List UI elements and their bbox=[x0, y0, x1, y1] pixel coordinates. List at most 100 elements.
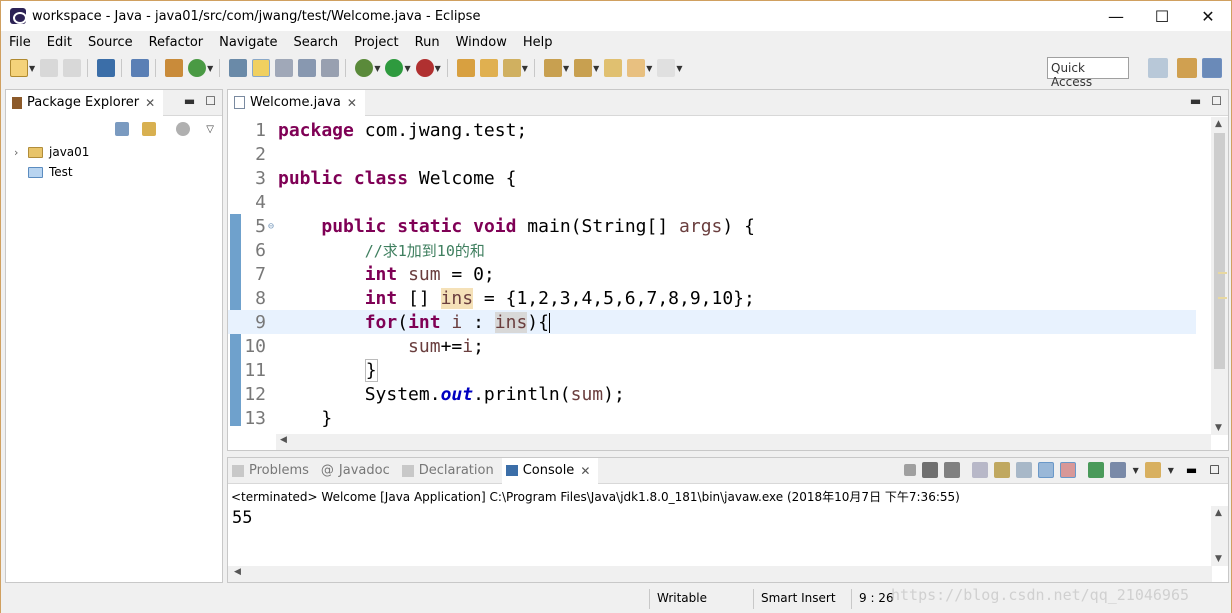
maximize-button[interactable]: ☐ bbox=[1139, 1, 1185, 31]
tree-item-java01[interactable]: › java01 bbox=[6, 142, 222, 162]
console-output[interactable]: 55 bbox=[232, 508, 252, 528]
menu-search[interactable]: Search bbox=[285, 35, 346, 50]
skip-breakpoints-icon[interactable] bbox=[131, 59, 150, 77]
pen-icon[interactable] bbox=[502, 59, 521, 77]
code-line[interactable]: 1 package com.jwang.test; bbox=[228, 118, 1196, 142]
close-button[interactable]: ✕ bbox=[1185, 1, 1231, 31]
minimize-view-icon[interactable]: ▬ bbox=[1190, 94, 1201, 108]
code-line[interactable]: 10 sum+=i; bbox=[228, 334, 1196, 358]
minimize-view-icon[interactable]: ▬ bbox=[1186, 463, 1197, 477]
toggle-comment-icon[interactable] bbox=[321, 59, 340, 77]
scrollbar-thumb[interactable] bbox=[1214, 133, 1225, 369]
quick-access-field[interactable]: Quick Access bbox=[1047, 57, 1129, 89]
display-console-dropdown-icon[interactable]: ▼ bbox=[1133, 466, 1139, 475]
code-line[interactable]: 4 bbox=[228, 190, 1196, 214]
show-console-on-error-icon[interactable] bbox=[1059, 462, 1076, 478]
save-all-icon[interactable] bbox=[63, 59, 82, 77]
menu-help[interactable]: Help bbox=[515, 35, 561, 50]
minimize-button[interactable]: — bbox=[1093, 1, 1139, 31]
forward-dropdown-icon[interactable]: ▼ bbox=[676, 64, 682, 73]
remove-launch-icon[interactable] bbox=[921, 462, 938, 478]
menu-navigate[interactable]: Navigate bbox=[211, 35, 285, 50]
new-class-dropdown-icon[interactable]: ▼ bbox=[207, 64, 213, 73]
previous-annotation-dropdown-icon[interactable]: ▼ bbox=[593, 64, 599, 73]
current-code-line[interactable]: 9 for(int i : ins){ bbox=[228, 310, 1196, 334]
menu-run[interactable]: Run bbox=[407, 35, 448, 50]
pen-dropdown-icon[interactable]: ▼ bbox=[522, 64, 528, 73]
show-console-on-output-icon[interactable] bbox=[1037, 462, 1054, 478]
overview-ruler-mark[interactable] bbox=[1218, 272, 1227, 274]
run-dropdown-icon[interactable]: ▼ bbox=[404, 64, 410, 73]
new-dropdown-icon[interactable]: ▼ bbox=[29, 64, 35, 73]
console-vertical-scrollbar[interactable]: ▲ ▼ bbox=[1211, 506, 1228, 566]
maximize-view-icon[interactable]: ☐ bbox=[205, 94, 216, 108]
close-icon[interactable]: ✕ bbox=[580, 464, 590, 478]
open-project-icon[interactable] bbox=[456, 59, 475, 77]
menu-refactor[interactable]: Refactor bbox=[141, 35, 212, 50]
forward-icon[interactable] bbox=[657, 59, 676, 77]
tree-item-test[interactable]: Test bbox=[6, 162, 222, 182]
scroll-down-icon[interactable]: ▼ bbox=[1215, 554, 1222, 564]
scroll-up-icon[interactable]: ▲ bbox=[1215, 508, 1222, 518]
code-line[interactable]: 8 int [] ins = {1,2,3,4,5,6,7,8,9,10}; bbox=[228, 286, 1196, 310]
close-icon[interactable]: ✕ bbox=[347, 96, 357, 110]
new-icon[interactable] bbox=[10, 59, 28, 77]
menu-file[interactable]: File bbox=[1, 35, 39, 50]
code-line[interactable]: 6 //求1加到10的和 bbox=[228, 238, 1196, 262]
minimize-view-icon[interactable]: ▬ bbox=[184, 94, 195, 108]
tab-problems[interactable]: Problems bbox=[228, 458, 317, 484]
debug-dropdown-icon[interactable]: ▼ bbox=[374, 64, 380, 73]
link-with-editor-icon[interactable] bbox=[142, 122, 157, 136]
tab-package-explorer[interactable]: Package Explorer ✕ bbox=[6, 89, 164, 116]
menu-source[interactable]: Source bbox=[80, 35, 141, 50]
code-line[interactable]: 11 } bbox=[228, 358, 1196, 382]
code-line[interactable]: 3 public class Welcome { bbox=[228, 166, 1196, 190]
tab-console[interactable]: Console ✕ bbox=[501, 457, 599, 484]
terminal-icon[interactable] bbox=[97, 59, 116, 77]
code-line[interactable]: 5 ⊖ public static void main(String[] args… bbox=[228, 214, 1196, 238]
external-tools-dropdown-icon[interactable]: ▼ bbox=[435, 64, 441, 73]
last-edit-location-icon[interactable] bbox=[604, 59, 623, 77]
collapse-all-icon[interactable] bbox=[115, 122, 130, 136]
back-dropdown-icon[interactable]: ▼ bbox=[646, 64, 652, 73]
console-horizontal-scrollbar[interactable]: ◀ bbox=[228, 566, 1212, 582]
java-ee-perspective-icon[interactable] bbox=[1177, 58, 1197, 78]
view-menu-icon[interactable]: ▽ bbox=[206, 124, 214, 135]
new-java-package-icon[interactable] bbox=[165, 59, 184, 77]
display-console-icon[interactable] bbox=[1109, 462, 1126, 478]
code-line[interactable]: 2 bbox=[228, 142, 1196, 166]
tab-welcome-java[interactable]: Welcome.java ✕ bbox=[228, 89, 365, 116]
menu-window[interactable]: Window bbox=[448, 35, 515, 50]
menu-project[interactable]: Project bbox=[346, 35, 406, 50]
scroll-lock-icon[interactable] bbox=[993, 462, 1010, 478]
close-icon[interactable]: ✕ bbox=[145, 96, 155, 110]
toggle-block-selection-icon[interactable] bbox=[275, 59, 294, 77]
external-tools-icon[interactable] bbox=[415, 59, 434, 77]
scroll-left-icon[interactable]: ◀ bbox=[280, 435, 287, 445]
code-line[interactable]: 12 System.out.println(sum); bbox=[228, 382, 1196, 406]
terminate-icon[interactable] bbox=[903, 464, 916, 476]
open-perspective-icon[interactable] bbox=[1148, 58, 1168, 78]
save-icon[interactable] bbox=[40, 59, 59, 77]
clear-console-icon[interactable] bbox=[971, 462, 988, 478]
scroll-up-icon[interactable]: ▲ bbox=[1215, 119, 1222, 129]
editor-horizontal-scrollbar[interactable]: ◀ bbox=[276, 434, 1211, 450]
tab-javadoc[interactable]: @ Javadoc bbox=[317, 458, 398, 484]
toggle-mark-occurrences-icon[interactable] bbox=[252, 59, 271, 77]
remove-all-terminated-icon[interactable] bbox=[943, 462, 960, 478]
next-annotation-dropdown-icon[interactable]: ▼ bbox=[563, 64, 569, 73]
tab-declaration[interactable]: Declaration bbox=[398, 458, 502, 484]
code-line[interactable]: 7 int sum = 0; bbox=[228, 262, 1196, 286]
open-type-icon[interactable] bbox=[229, 59, 248, 77]
debug-icon[interactable] bbox=[355, 59, 374, 77]
new-java-class-icon[interactable] bbox=[188, 59, 207, 77]
code-editor[interactable]: 1 package com.jwang.test; 2 3 public cla… bbox=[228, 117, 1228, 437]
java-perspective-icon[interactable] bbox=[1202, 58, 1222, 78]
menu-edit[interactable]: Edit bbox=[39, 35, 80, 50]
open-console-dropdown-icon[interactable]: ▼ bbox=[1168, 466, 1174, 475]
focus-on-active-task-icon[interactable] bbox=[176, 122, 191, 136]
expand-chevron-icon[interactable]: › bbox=[14, 146, 28, 159]
open-folder-icon[interactable] bbox=[479, 59, 498, 77]
back-icon[interactable] bbox=[627, 59, 646, 77]
word-wrap-icon[interactable] bbox=[1015, 462, 1032, 478]
